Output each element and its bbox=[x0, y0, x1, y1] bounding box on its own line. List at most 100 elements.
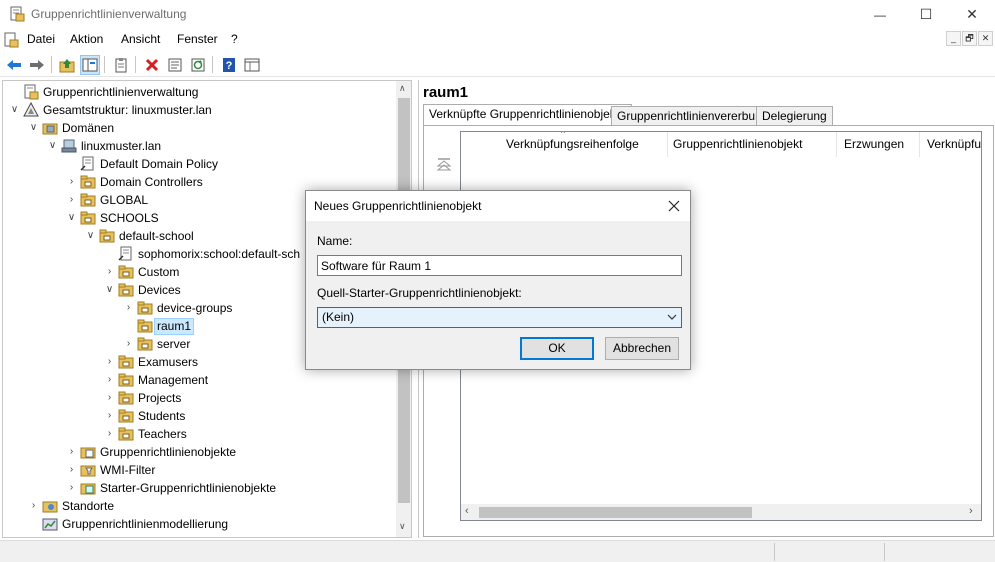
tree-item-label: sophomorix:school:default-sch bbox=[138, 247, 301, 261]
menu-aktion[interactable]: Aktion bbox=[70, 32, 103, 46]
tree-item-label: Gesamtstruktur: linuxmuster.lan bbox=[43, 103, 212, 117]
tree-item[interactable]: › Starter-Gruppenrichtlinienobjekte bbox=[3, 479, 393, 497]
tree-item[interactable]: Gruppenrichtlinienverwaltung bbox=[3, 83, 393, 101]
sites-icon bbox=[42, 501, 58, 513]
properties-button[interactable] bbox=[165, 55, 185, 75]
expand-chevron-icon[interactable]: › bbox=[104, 425, 115, 443]
toolbar: ? bbox=[0, 52, 995, 77]
tree-item[interactable]: Default Domain Policy bbox=[3, 155, 393, 173]
help-button[interactable]: ? bbox=[219, 55, 239, 75]
tab-delegation[interactable]: Delegierung bbox=[756, 106, 833, 126]
menu-fenster[interactable]: Fenster bbox=[177, 32, 218, 46]
gpo-link-icon bbox=[80, 156, 94, 171]
tree-item[interactable]: › WMI-Filter bbox=[3, 461, 393, 479]
ok-button[interactable]: OK bbox=[520, 337, 594, 360]
gpmc-icon bbox=[24, 84, 39, 100]
column-header-gpo[interactable]: Gruppenrichtlinienobjekt bbox=[665, 132, 837, 157]
tree-item[interactable]: › Students bbox=[3, 407, 393, 425]
list-horizontal-scrollbar[interactable]: ‹ › bbox=[461, 504, 981, 520]
up-one-level-button[interactable] bbox=[57, 55, 77, 75]
menu-ansicht[interactable]: Ansicht bbox=[121, 32, 160, 46]
scroll-up-icon[interactable]: ∧ bbox=[399, 83, 406, 94]
tree-item[interactable]: Gruppenrichtlinienmodellierung bbox=[3, 515, 393, 533]
ou-icon bbox=[80, 211, 96, 225]
tree-item-label: Teachers bbox=[138, 427, 187, 441]
column-header-link-order[interactable]: Verknüpfungsreihenfolge bbox=[498, 132, 668, 157]
tree-item[interactable]: › Domain Controllers bbox=[3, 173, 393, 191]
toolbar-separator bbox=[135, 56, 136, 73]
move-link-to-top-button[interactable] bbox=[436, 156, 452, 175]
expand-chevron-icon[interactable]: › bbox=[123, 299, 134, 317]
list-scroll-thumb[interactable] bbox=[479, 507, 752, 518]
ou-icon bbox=[118, 391, 134, 405]
tree-item[interactable]: ∨ Domänen bbox=[3, 119, 393, 137]
collapse-chevron-icon[interactable]: ∨ bbox=[9, 101, 20, 119]
back-button[interactable] bbox=[4, 55, 24, 75]
collapse-chevron-icon[interactable]: ∨ bbox=[47, 137, 58, 155]
source-starter-gpo-label: Quell-Starter-Gruppenrichtlinienobjekt: bbox=[317, 286, 522, 300]
tree-item[interactable]: › Projects bbox=[3, 389, 393, 407]
menu-datei[interactable]: Datei bbox=[27, 32, 55, 46]
mdi-controls: _ 🗗 ✕ bbox=[946, 31, 993, 46]
expand-chevron-icon[interactable]: › bbox=[66, 443, 77, 461]
expand-chevron-icon[interactable]: › bbox=[66, 173, 77, 191]
scroll-left-icon[interactable]: ‹ bbox=[465, 505, 469, 517]
no-expander bbox=[104, 245, 115, 263]
expand-chevron-icon[interactable]: › bbox=[104, 389, 115, 407]
tree-item[interactable]: ∨ linuxmuster.lan bbox=[3, 137, 393, 155]
gpo-container-icon bbox=[80, 447, 96, 459]
collapse-chevron-icon[interactable]: ∨ bbox=[85, 227, 96, 245]
menu-help[interactable]: ? bbox=[231, 32, 238, 46]
tree-item-label: Management bbox=[138, 373, 209, 387]
mdi-system-icon[interactable] bbox=[3, 32, 19, 48]
ou-icon bbox=[118, 355, 134, 369]
ou-icon bbox=[118, 283, 134, 297]
tab-gpo-inheritance[interactable]: Gruppenrichtlinienvererbung bbox=[611, 106, 775, 126]
tree-item[interactable]: › Standorte bbox=[3, 497, 393, 515]
show-hide-tree-button[interactable] bbox=[80, 55, 100, 75]
tree-item[interactable]: › Management bbox=[3, 371, 393, 389]
expand-chevron-icon[interactable]: › bbox=[66, 479, 77, 497]
tree-item-label: SCHOOLS bbox=[100, 211, 159, 225]
dialog-close-button[interactable] bbox=[660, 194, 688, 218]
expand-chevron-icon[interactable]: › bbox=[66, 191, 77, 209]
clipboard-button[interactable] bbox=[111, 55, 131, 75]
collapse-chevron-icon[interactable]: ∨ bbox=[104, 281, 115, 299]
expand-chevron-icon[interactable]: › bbox=[104, 353, 115, 371]
mdi-close-button[interactable]: ✕ bbox=[978, 31, 993, 46]
collapse-chevron-icon[interactable]: ∨ bbox=[28, 119, 39, 137]
mdi-minimize-button[interactable]: _ bbox=[946, 31, 961, 46]
tree-item[interactable]: › Gruppenrichtlinienobjekte bbox=[3, 443, 393, 461]
mdi-restore-button[interactable]: 🗗 bbox=[962, 31, 977, 46]
cancel-button[interactable]: Abbrechen bbox=[605, 337, 679, 360]
details-view-button[interactable] bbox=[242, 55, 262, 75]
expand-chevron-icon[interactable]: › bbox=[28, 497, 39, 515]
expand-chevron-icon[interactable]: › bbox=[104, 407, 115, 425]
expand-chevron-icon[interactable]: › bbox=[104, 371, 115, 389]
refresh-button[interactable] bbox=[188, 55, 208, 75]
forward-button[interactable] bbox=[27, 55, 47, 75]
tree-item[interactable]: ∨ Gesamtstruktur: linuxmuster.lan bbox=[3, 101, 393, 119]
expand-chevron-icon[interactable]: › bbox=[66, 461, 77, 479]
delete-button[interactable] bbox=[142, 55, 162, 75]
no-expander bbox=[9, 83, 20, 101]
tree-item-label: Default Domain Policy bbox=[100, 157, 219, 171]
column-header-enforced[interactable]: Erzwungen bbox=[836, 132, 920, 157]
collapse-chevron-icon[interactable]: ∨ bbox=[66, 209, 77, 227]
delete-icon bbox=[145, 58, 159, 72]
close-button[interactable]: ✕ bbox=[949, 0, 995, 29]
tab-linked-gpos[interactable]: Verknüpfte Gruppenrichtlinienobjekte bbox=[423, 104, 632, 126]
gpo-name-input[interactable] bbox=[317, 255, 682, 276]
column-header-link-enabled[interactable]: Verknüpfun bbox=[919, 132, 981, 157]
scroll-right-icon[interactable]: › bbox=[969, 505, 973, 517]
tree-item-label: Domänen bbox=[62, 121, 115, 135]
minimize-button[interactable]: — bbox=[857, 0, 903, 29]
expand-chevron-icon[interactable]: › bbox=[123, 335, 134, 353]
scroll-down-icon[interactable]: ∨ bbox=[399, 521, 406, 532]
maximize-button[interactable]: ☐ bbox=[903, 0, 949, 29]
tree-item[interactable]: › Teachers bbox=[3, 425, 393, 443]
source-starter-gpo-select[interactable]: (Kein) bbox=[317, 307, 682, 328]
tree-item-label: GLOBAL bbox=[100, 193, 149, 207]
gpo-link-icon bbox=[118, 246, 132, 261]
expand-chevron-icon[interactable]: › bbox=[104, 263, 115, 281]
